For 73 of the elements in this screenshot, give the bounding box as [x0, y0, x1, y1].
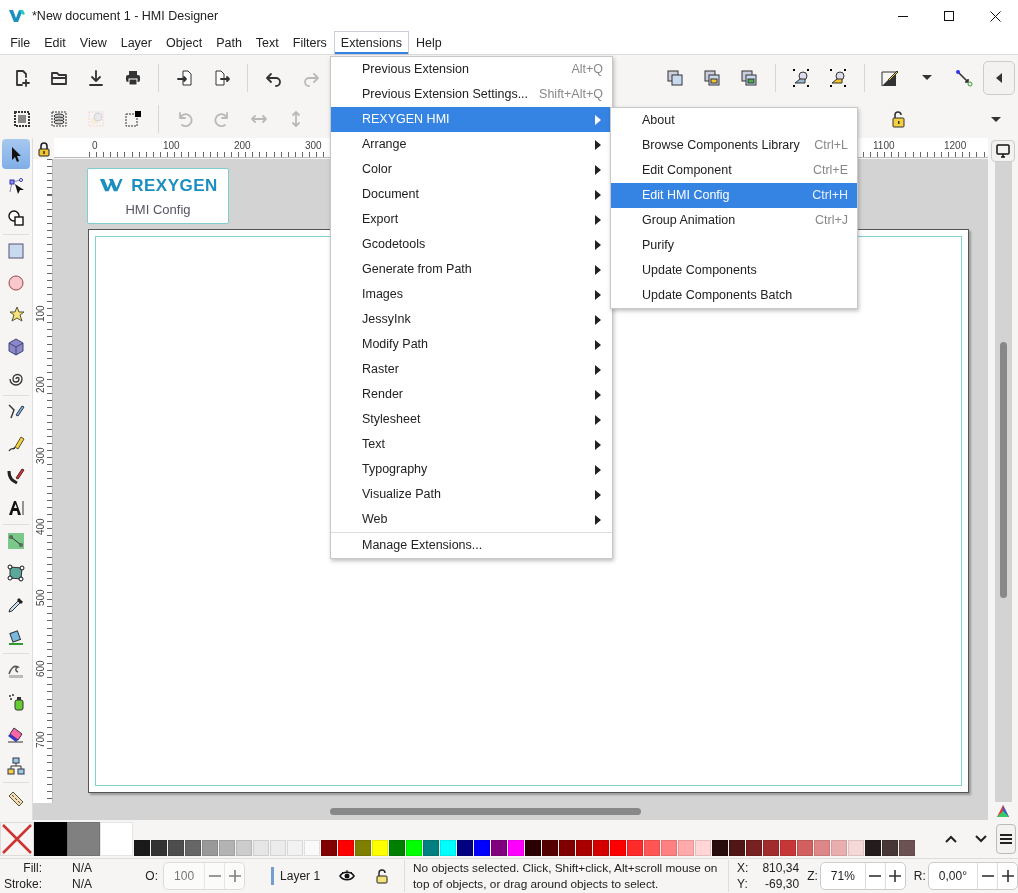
menu-item[interactable]: JessyInk: [331, 307, 612, 332]
ruler-label: 200: [36, 376, 46, 393]
menu-item[interactable]: Previous Extension Settings... Shift+Alt+Q: [331, 82, 612, 107]
ruler-label: 100: [36, 305, 46, 322]
menu-item[interactable]: Web: [331, 507, 612, 532]
ruler-label: 1200: [944, 141, 967, 151]
fill-value: N/A: [72, 860, 93, 876]
ruler-label: 700: [36, 731, 46, 748]
ruler-label: 600: [36, 660, 46, 677]
menu-item[interactable]: Group Animation Ctrl+J: [611, 208, 857, 233]
rotation-value: 0,00°: [937, 868, 968, 885]
menu-item[interactable]: Edit: [37, 31, 73, 55]
status-message: No objects selected. Click, Shift+click, Alt+scroll mouse on top of objects, or drag around objects to select.: [404, 860, 727, 892]
logo-subtitle: HMI Config: [125, 201, 191, 219]
menu-item[interactable]: Arrange: [331, 132, 612, 157]
stroke-label: Stroke:: [4, 876, 42, 892]
menu-item[interactable]: Text: [248, 31, 286, 55]
menu-item[interactable]: Update Components Batch: [611, 283, 857, 308]
ruler-label: 400: [36, 518, 46, 535]
menu-item[interactable]: Color: [331, 157, 612, 182]
x-label: X:: [737, 860, 749, 876]
menu-item[interactable]: Stylesheet: [331, 407, 612, 432]
menu-item[interactable]: About: [611, 108, 857, 133]
rotation-field[interactable]: 0,00°: [927, 862, 1018, 890]
ruler-label: 500: [36, 589, 46, 606]
menu-item[interactable]: Generate from Path: [331, 257, 612, 282]
menu-item[interactable]: Path: [209, 31, 249, 55]
menu-item[interactable]: Filters: [285, 31, 334, 55]
menu-item[interactable]: View: [72, 31, 114, 55]
menu-item[interactable]: Visualize Path: [331, 482, 612, 507]
menu-item[interactable]: File: [3, 31, 38, 55]
menu-item[interactable]: Object: [159, 31, 210, 55]
menu-item[interactable]: Document: [331, 182, 612, 207]
menu-item[interactable]: Modify Path: [331, 332, 612, 357]
y-label: Y:: [737, 876, 749, 892]
menu-item[interactable]: Edit HMI Config Ctrl+H: [611, 183, 857, 208]
x-coordinate: 810,34: [762, 860, 800, 876]
opacity-field[interactable]: 100: [163, 862, 246, 890]
menu-item[interactable]: Typography: [331, 457, 612, 482]
rotation-label: R:: [913, 868, 926, 885]
zoom-value: 71%: [829, 868, 856, 885]
ruler-label: 1100: [873, 141, 895, 151]
stroke-value: N/A: [72, 876, 93, 892]
menu-item[interactable]: Help: [408, 31, 449, 55]
layer-name[interactable]: Layer 1: [271, 867, 321, 885]
menu-item[interactable]: Images: [331, 282, 612, 307]
opacity-label: O:: [145, 868, 159, 885]
zoom-field[interactable]: 71%: [819, 862, 906, 890]
ruler-label: 300: [305, 141, 322, 151]
opacity-value: 100: [173, 868, 196, 885]
logo-wordmark: REXYGEN: [131, 174, 218, 197]
y-coordinate: -69,30: [764, 876, 800, 892]
menu-item[interactable]: Export: [331, 207, 612, 232]
menu-item[interactable]: Edit Component Ctrl+E: [611, 158, 857, 183]
ruler-label: 0: [92, 141, 98, 151]
ruler-label: 300: [36, 447, 46, 464]
window-title: *New document 1 - HMI Designer: [32, 7, 220, 25]
menu-item[interactable]: Raster: [331, 357, 612, 382]
menu-item[interactable]: Extensions: [333, 31, 409, 55]
menu-item[interactable]: Purify: [611, 233, 857, 258]
menu-item[interactable]: Browse Components Library Ctrl+L: [611, 133, 857, 158]
menu-item[interactable]: Gcodetools: [331, 232, 612, 257]
fill-label: Fill:: [22, 860, 42, 876]
menu-item[interactable]: Previous Extension Alt+Q: [331, 57, 612, 82]
ruler-label: 100: [163, 141, 180, 151]
menu-item[interactable]: Text: [331, 432, 612, 457]
menu-item[interactable]: Layer: [113, 31, 159, 55]
menu-item[interactable]: Update Components: [611, 258, 857, 283]
menu-item[interactable]: Manage Extensions...: [331, 533, 612, 558]
menu-item[interactable]: REXYGEN HMI: [331, 107, 612, 132]
menu-item[interactable]: Render: [331, 382, 612, 407]
ruler-label: 200: [234, 141, 251, 151]
zoom-label: Z:: [807, 868, 818, 885]
